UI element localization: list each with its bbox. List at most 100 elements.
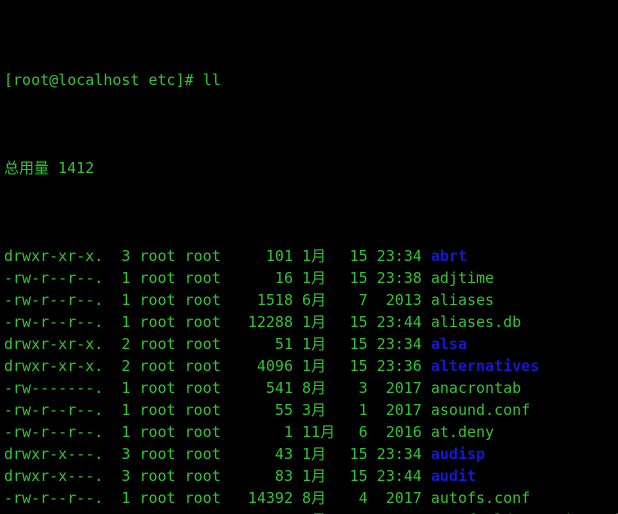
row-time: 23:34 [376, 335, 431, 353]
row-month: 1月 [302, 357, 327, 375]
row-owner: root [139, 445, 185, 463]
row-month: 8月 [302, 379, 327, 397]
row-link-count: 1 [103, 423, 140, 441]
row-month: 8月 [302, 509, 341, 514]
row-day: 15 [340, 335, 377, 353]
total-line: 总用量 1412 [4, 157, 618, 179]
row-permissions: -rw-r--r--. [4, 401, 104, 419]
listing-row: drwxr-x---. 3 root root 43 1月 15 23:34 a… [4, 443, 618, 465]
listing-row: -rw-------. 1 root root 541 8月 3 2017 an… [4, 377, 618, 399]
row-owner: root [139, 291, 185, 309]
row-day: 15 [340, 357, 377, 375]
row-link-count: 1 [103, 269, 140, 287]
row-month: 11月 [302, 423, 336, 441]
row-owner: root [139, 269, 185, 287]
row-month: 1月 [302, 335, 327, 353]
row-size: 55 [220, 401, 303, 419]
row-group: root [184, 247, 221, 265]
row-permissions: drwxr-x---. [4, 445, 104, 463]
row-filename: at.deny [430, 423, 495, 441]
row-owner: root [139, 379, 185, 397]
row-group: root [184, 445, 221, 463]
row-time: 23:34 [376, 247, 431, 265]
row-owner: root [139, 467, 185, 485]
row-group: root [184, 357, 221, 375]
row-group: root [184, 401, 221, 419]
row-filename: audit [430, 467, 477, 485]
listing-row: drwxr-x---. 3 root root 83 1月 15 23:44 a… [4, 465, 618, 487]
row-size: 16 [220, 269, 303, 287]
row-time: 23:38 [376, 269, 431, 287]
row-day: 15 [340, 313, 377, 331]
row-size: 43 [220, 445, 303, 463]
listing-row: drwxr-xr-x. 3 root root 101 1月 15 23:34 … [4, 245, 618, 267]
prompt-line: [root@localhost etc]# ll [4, 69, 618, 91]
row-group: root [184, 291, 221, 309]
row-link-count: 1 [103, 379, 140, 397]
row-size: 51 [220, 335, 303, 353]
command-input[interactable]: ll [203, 71, 221, 89]
row-group: root [184, 335, 221, 353]
row-group: root [184, 467, 221, 485]
row-permissions: drwxr-x---. [4, 467, 104, 485]
row-time: 23:44 [376, 467, 431, 485]
row-link-count: 1 [103, 401, 140, 419]
shell-prompt: [root@localhost etc]# [4, 71, 203, 89]
listing-row: -rw-r--r--. 1 root root 1 11月 6 2016 at.… [4, 421, 618, 443]
row-time: 2013 [376, 291, 431, 309]
row-link-count: 1 [103, 489, 140, 507]
row-filename: alsa [430, 335, 467, 353]
row-filename: audisp [430, 445, 486, 463]
row-time: 2017 [376, 489, 431, 507]
row-group: root [184, 269, 221, 287]
row-link-count: 3 [103, 467, 140, 485]
row-day: 6 [340, 423, 377, 441]
row-link-count: 3 [103, 247, 140, 265]
row-owner: root [139, 489, 185, 507]
row-day: 4 [340, 489, 377, 507]
row-filename: adjtime [430, 269, 495, 287]
row-group: root [184, 489, 221, 507]
row-filename: autofs.conf [430, 489, 531, 507]
row-permissions: -rw-r--r--. [4, 269, 104, 287]
row-owner: root [139, 423, 185, 441]
listing-row: -rw-r--r--. 1 root root 14392 8月 4 2017 … [4, 487, 618, 509]
row-filename: abrt [430, 247, 467, 265]
row-owner: root [139, 335, 185, 353]
row-group: root [184, 423, 221, 441]
row-filename: aliases [430, 291, 495, 309]
row-size: 83 [220, 467, 303, 485]
row-size: 101 [220, 247, 303, 265]
listing-row: -rw-r--r--. 1 root root 12288 1月 15 23:4… [4, 311, 618, 333]
row-day: 15 [340, 269, 377, 287]
row-day: 1 [340, 401, 377, 419]
row-time: 2016 [376, 423, 431, 441]
row-link-count: 1 [103, 313, 140, 331]
row-group: root [184, 313, 221, 331]
listing-row: -rw-------. 1 root root 232 8月 4 2017 au… [4, 509, 618, 514]
row-permissions: -rw-r--r--. [4, 291, 104, 309]
row-link-count: 2 [103, 335, 140, 353]
listing-row: -rw-r--r--. 1 root root 16 1月 15 23:38 a… [4, 267, 618, 289]
terminal-screen[interactable]: [root@localhost etc]# ll 总用量 1412 drwxr-… [0, 0, 618, 514]
row-link-count: 2 [103, 357, 140, 375]
row-day: 15 [340, 445, 377, 463]
row-permissions: drwxr-xr-x. [4, 247, 104, 265]
row-time: 2017 [376, 401, 431, 419]
row-time: 23:36 [376, 357, 431, 375]
row-owner: root [139, 401, 185, 419]
row-day: 7 [340, 291, 377, 309]
row-day: 15 [340, 467, 377, 485]
listing-row: drwxr-xr-x. 2 root root 51 1月 15 23:34 a… [4, 333, 618, 355]
row-size: 12288 [220, 313, 303, 331]
row-month: 1月 [302, 269, 327, 287]
row-owner: root [139, 247, 185, 265]
row-size: 1 [220, 423, 303, 441]
row-owner: root [139, 357, 185, 375]
row-permissions: -rw-------. [4, 379, 104, 397]
row-month: 8月 [302, 489, 327, 507]
row-time: 2017 [376, 379, 431, 397]
row-size: 1518 [220, 291, 303, 309]
row-month: 6月 [302, 291, 327, 309]
listing-row: -rw-r--r--. 1 root root 55 3月 1 2017 aso… [4, 399, 618, 421]
